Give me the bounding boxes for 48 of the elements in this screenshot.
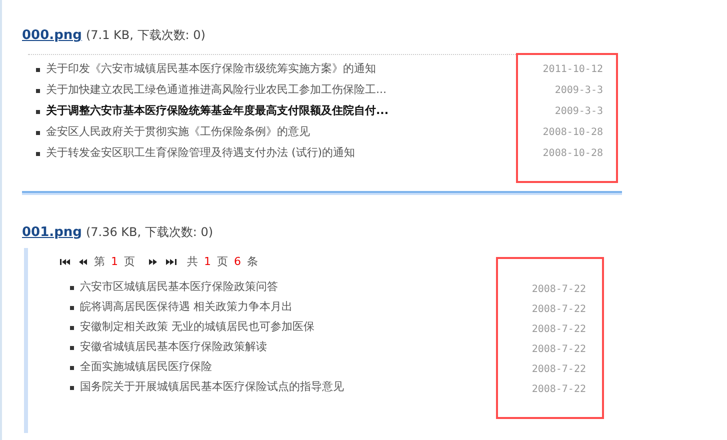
- article-link[interactable]: 关于印发《六安市城镇居民基本医疗保险市级统筹实施方案》的通知: [46, 61, 376, 78]
- article-link[interactable]: 关于转发金安区职工生育保险管理及待遇支付办法 (试行)的通知: [46, 145, 356, 162]
- date-text: 2008-7-22: [532, 382, 586, 396]
- date-text: 2008-10-28: [542, 146, 603, 160]
- file-link[interactable]: 000.png: [22, 26, 82, 46]
- pager-label: 共: [187, 254, 198, 270]
- date-text: 2008-7-22: [532, 362, 586, 376]
- pager-label: 页: [124, 254, 135, 270]
- article-link[interactable]: 国务院关于开展城镇居民基本医疗保险试点的指导意见: [80, 379, 344, 396]
- article-link[interactable]: 六安市区城镇居民基本医疗保险政策问答: [80, 279, 278, 296]
- bullet-icon: [70, 326, 74, 330]
- first-page-icon[interactable]: [60, 258, 71, 266]
- date-text: 2008-10-28: [542, 126, 603, 140]
- item-count: 6: [234, 254, 241, 270]
- article-link[interactable]: 关于加快建立农民工绿色通道推进高风险行业农民工参加工伤保险工...: [46, 82, 386, 99]
- date-text: 2008-7-22: [532, 322, 586, 336]
- bullet-icon: [36, 68, 40, 72]
- date-text: 2009-3-3: [554, 84, 603, 98]
- pager-label: 第: [94, 254, 105, 270]
- file-link[interactable]: 001.png: [22, 222, 82, 242]
- article-link[interactable]: 金安区人民政府关于贯彻实施《工伤保险条例》的意见: [46, 124, 310, 141]
- date-text: 2011-10-12: [542, 62, 603, 76]
- total-pages: 1: [204, 254, 211, 270]
- date-text: 2009-3-3: [554, 104, 603, 118]
- article-link[interactable]: 皖将调高居民医保待遇 相关政策力争本月出: [80, 299, 292, 316]
- previous-page-icon[interactable]: [77, 258, 88, 266]
- last-page-icon[interactable]: [166, 258, 177, 266]
- current-page: 1: [111, 254, 118, 270]
- bullet-icon: [70, 346, 74, 350]
- pager-label: 页: [217, 254, 228, 270]
- file-info: (7.1 KB, 下载次数: 0): [86, 27, 206, 44]
- date-text: 2008-7-22: [532, 302, 586, 316]
- article-link[interactable]: 全面实施城镇居民医疗保险: [80, 359, 212, 376]
- bullet-icon: [70, 386, 74, 390]
- bullet-icon: [70, 306, 74, 310]
- bullet-icon: [36, 130, 40, 134]
- article-link[interactable]: 关于调整六安市基本医疗保险统筹基金年度最高支付限额及住院自付...: [46, 103, 389, 120]
- article-link[interactable]: 安徽省城镇居民基本医疗保险政策解读: [80, 339, 267, 356]
- date-text: 2008-7-22: [532, 342, 586, 356]
- date-text: 2008-7-22: [532, 282, 586, 296]
- bullet-icon: [70, 366, 74, 370]
- bullet-icon: [70, 286, 74, 290]
- bullet-icon: [36, 152, 40, 156]
- file-info: (7.36 KB, 下载次数: 0): [86, 224, 214, 240]
- bullet-icon: [36, 110, 40, 114]
- pager-label: 条: [247, 254, 258, 270]
- bullet-icon: [36, 88, 40, 92]
- article-link[interactable]: 安徽制定相关政策 无业的城镇居民也可参加医保: [80, 319, 314, 336]
